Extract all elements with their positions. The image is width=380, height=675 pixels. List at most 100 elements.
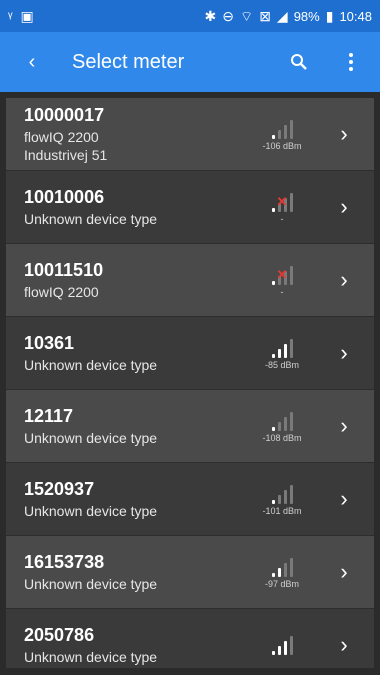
chevron-right-icon[interactable]: › bbox=[332, 486, 356, 512]
meter-list[interactable]: 10000017 flowIQ 2200 Industrivej 51 -106 dB… bbox=[6, 98, 374, 668]
signal-bar bbox=[289, 412, 293, 431]
meter-text: 1520937 Unknown device type bbox=[24, 479, 250, 519]
no-signal-icon: ✕ bbox=[276, 194, 288, 209]
signal-bar bbox=[271, 651, 275, 655]
signal-bar bbox=[277, 349, 281, 358]
chevron-right-icon[interactable]: › bbox=[332, 413, 356, 439]
signal-bar bbox=[271, 573, 275, 577]
signal-bar bbox=[277, 568, 281, 577]
signal-strength bbox=[250, 633, 314, 657]
signal-strength: -85 dBm bbox=[250, 336, 314, 370]
meter-id: 10000017 bbox=[24, 105, 105, 125]
meter-id: 1520937 bbox=[24, 479, 95, 499]
cell-signal-icon: ◢ bbox=[276, 8, 288, 24]
meter-row[interactable]: 12117 Unknown device type -108 dBm › bbox=[6, 390, 374, 463]
signal-dbm: - bbox=[280, 214, 284, 224]
meter-id: 10011510 bbox=[24, 260, 104, 280]
chevron-right-icon[interactable]: › bbox=[332, 559, 356, 585]
bluetooth-icon: ✱ bbox=[204, 8, 217, 24]
back-button[interactable]: ‹ bbox=[12, 42, 52, 82]
meter-row[interactable]: 2050786 Unknown device type › bbox=[6, 609, 374, 668]
chevron-right-icon[interactable]: › bbox=[332, 632, 356, 658]
meter-type: Unknown device type bbox=[24, 357, 158, 373]
signal-bar bbox=[283, 344, 287, 358]
meter-row[interactable]: 10000017 flowIQ 2200 Industrivej 51 -106 dB… bbox=[6, 98, 374, 171]
meter-type: flowIQ 2200 bbox=[24, 129, 99, 145]
chevron-right-icon[interactable]: › bbox=[332, 267, 356, 293]
status-left: ᵞ ▣ bbox=[8, 9, 34, 23]
status-right: ✱ ⊖ ⌔ ⊠ ◢ 98% ▮ 10:48 bbox=[205, 9, 372, 24]
no-signal-icon: ✕ bbox=[276, 267, 288, 282]
meter-text: 12117 Unknown device type bbox=[24, 406, 250, 446]
signal-dbm: -106 dBm bbox=[262, 141, 302, 151]
signal-strength: -97 dBm bbox=[250, 555, 314, 589]
meter-type: Unknown device type bbox=[24, 649, 158, 665]
signal-dbm: -85 dBm bbox=[264, 360, 299, 370]
meter-id: 2050786 bbox=[24, 625, 95, 645]
more-vert-icon bbox=[349, 53, 353, 71]
signal-bar bbox=[271, 500, 275, 504]
meter-id: 12117 bbox=[24, 406, 74, 426]
meter-row[interactable]: 10010006 Unknown device type ✕ - › bbox=[6, 171, 374, 244]
signal-bar bbox=[283, 125, 287, 139]
signal-dbm: -101 dBm bbox=[262, 506, 302, 516]
signal-bars-icon bbox=[271, 409, 293, 431]
page-title: Select meter bbox=[72, 50, 185, 73]
signal-strength: -101 dBm bbox=[250, 482, 314, 516]
meter-type: flowIQ 2200 bbox=[24, 284, 99, 300]
signal-bar bbox=[277, 130, 281, 139]
meter-id: 10361 bbox=[24, 333, 75, 353]
signal-bar bbox=[289, 558, 293, 577]
signal-bar bbox=[289, 485, 293, 504]
meter-text: 10000017 flowIQ 2200 Industrivej 51 bbox=[24, 105, 250, 163]
meter-type: Unknown device type bbox=[24, 211, 158, 227]
meter-text: 16153738 Unknown device type bbox=[24, 552, 250, 592]
app-actions bbox=[282, 42, 368, 82]
signal-bar bbox=[277, 495, 281, 504]
meter-type: Unknown device type bbox=[24, 430, 158, 446]
signal-bar bbox=[289, 266, 293, 285]
meter-row[interactable]: 1520937 Unknown device type -101 dBm › bbox=[6, 463, 374, 536]
meter-address: Industrivej 51 bbox=[24, 147, 108, 163]
chevron-right-icon[interactable]: › bbox=[332, 340, 356, 366]
meter-text: 10011510 flowIQ 2200 bbox=[24, 260, 250, 300]
signal-strength: ✕ - bbox=[250, 190, 314, 224]
meter-row[interactable]: 10011510 flowIQ 2200 ✕ - › bbox=[6, 244, 374, 317]
signal-bar bbox=[283, 641, 287, 655]
dnd-icon: ⊖ bbox=[222, 8, 235, 24]
signal-bar bbox=[271, 354, 275, 358]
signal-bars-icon: ✕ bbox=[271, 263, 293, 285]
status-bar: ᵞ ▣ ✱ ⊖ ⌔ ⊠ ◢ 98% ▮ 10:48 bbox=[0, 0, 380, 32]
search-button[interactable] bbox=[282, 42, 316, 82]
no-sim-icon: ⊠ bbox=[259, 8, 271, 24]
meter-row[interactable]: 16153738 Unknown device type -97 dBm › bbox=[6, 536, 374, 609]
chevron-right-icon[interactable]: › bbox=[332, 121, 356, 147]
signal-bar bbox=[271, 427, 275, 431]
signal-bars-icon bbox=[271, 633, 293, 655]
wifi-icon: ⌔ bbox=[240, 8, 254, 24]
signal-bar bbox=[289, 339, 293, 358]
signal-bar bbox=[283, 417, 287, 431]
signal-bar bbox=[277, 646, 281, 655]
meter-type: Unknown device type bbox=[24, 503, 158, 519]
meter-id: 16153738 bbox=[24, 552, 105, 572]
overflow-menu-button[interactable] bbox=[334, 42, 368, 82]
meter-text: 10010006 Unknown device type bbox=[24, 187, 250, 227]
signal-bars-icon: ✕ bbox=[271, 190, 293, 212]
battery-percent: 98% bbox=[293, 8, 320, 24]
signal-bar bbox=[271, 281, 275, 285]
signal-bar bbox=[289, 636, 293, 655]
chevron-right-icon[interactable]: › bbox=[332, 194, 356, 220]
meter-id: 10010006 bbox=[24, 187, 105, 207]
signal-strength: ✕ - bbox=[250, 263, 314, 297]
battery-icon: ▮ bbox=[325, 8, 334, 24]
signal-bar bbox=[277, 422, 281, 431]
signal-bar bbox=[283, 490, 287, 504]
signal-bars-icon bbox=[271, 336, 293, 358]
chevron-left-icon: ‹ bbox=[28, 50, 36, 73]
signal-bar bbox=[289, 120, 293, 139]
meter-row[interactable]: 10361 Unknown device type -85 dBm › bbox=[6, 317, 374, 390]
signal-bar bbox=[271, 135, 275, 139]
meter-text: 10361 Unknown device type bbox=[24, 333, 250, 373]
signal-dbm: -108 dBm bbox=[262, 433, 302, 443]
